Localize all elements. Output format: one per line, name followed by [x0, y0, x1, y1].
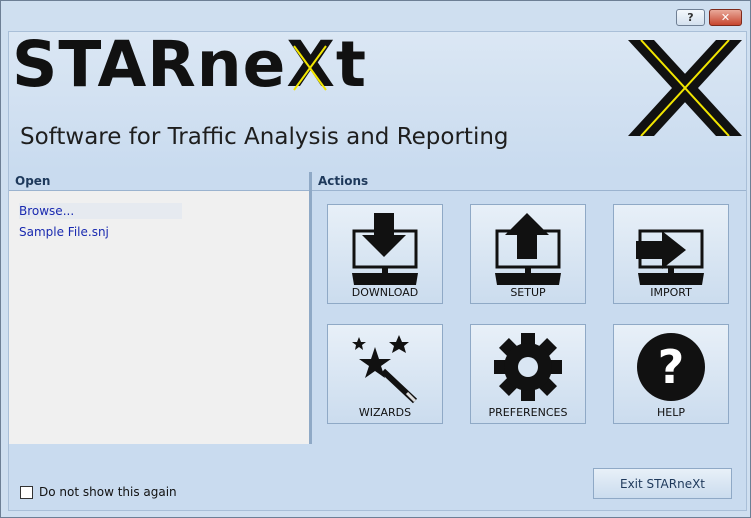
- banner: STARneX t Software for Traffic Analysis a…: [9, 28, 746, 170]
- help-button[interactable]: ? HELP: [613, 324, 729, 424]
- help-label: HELP: [657, 406, 685, 419]
- exit-button[interactable]: Exit STARneXt: [593, 468, 732, 499]
- svg-text:?: ?: [658, 340, 685, 394]
- logo-x-stripe: [293, 45, 328, 91]
- logo-suffix: t: [335, 28, 368, 101]
- footer: Do not show this again Exit STARneXt: [9, 446, 746, 510]
- do-not-show-label: Do not show this again: [39, 485, 177, 499]
- download-button[interactable]: DOWNLOAD: [327, 204, 443, 304]
- logo-x-letter: X: [286, 28, 336, 101]
- gear-icon: [494, 333, 562, 401]
- download-label: DOWNLOAD: [351, 286, 419, 299]
- close-title-button[interactable]: ✕: [709, 9, 742, 26]
- preferences-label: PREFERENCES: [488, 406, 568, 419]
- question-icon: ?: [637, 333, 705, 401]
- import-button[interactable]: IMPORT: [613, 204, 729, 304]
- setup-label: SETUP: [510, 286, 546, 299]
- actions-panel-header: Actions: [312, 172, 746, 191]
- import-label: IMPORT: [650, 286, 692, 299]
- open-panel-header: Open: [9, 172, 309, 191]
- setup-upload-icon: [495, 213, 561, 285]
- logo-prefix: STARne: [12, 28, 287, 101]
- download-icon: [352, 213, 418, 285]
- wizards-button[interactable]: WIZARDS: [327, 324, 443, 424]
- import-icon: [636, 229, 704, 285]
- do-not-show-checkbox[interactable]: [20, 486, 33, 499]
- magic-wand-icon: [352, 335, 418, 404]
- subtitle: Software for Traffic Analysis and Report…: [20, 124, 509, 150]
- title-bar-buttons: ? ✕: [676, 9, 742, 26]
- wizards-label: WIZARDS: [358, 406, 412, 419]
- setup-button[interactable]: SETUP: [470, 204, 586, 304]
- help-title-button[interactable]: ?: [676, 9, 705, 26]
- road-x-logo-icon: [628, 40, 742, 136]
- open-panel: Open Browse... Sample File.snj: [9, 172, 312, 444]
- client-area: STARneX t Software for Traffic Analysis a…: [8, 28, 747, 511]
- browse-link[interactable]: Browse...: [19, 203, 182, 219]
- sample-file-link[interactable]: Sample File.snj: [19, 225, 309, 239]
- starnext-logo-text: STARneX t: [12, 28, 367, 101]
- action-grid: DOWNLOAD SETUP IMPORT WIZARDS PREFERENCE…: [327, 204, 729, 424]
- actions-panel: Actions DOWNLOAD SETUP IMPORT WIZARDS PR…: [312, 172, 746, 444]
- preferences-button[interactable]: PREFERENCES: [470, 324, 586, 424]
- main-window: ? ✕ STARneX t Software for Traffic Analys…: [0, 0, 751, 518]
